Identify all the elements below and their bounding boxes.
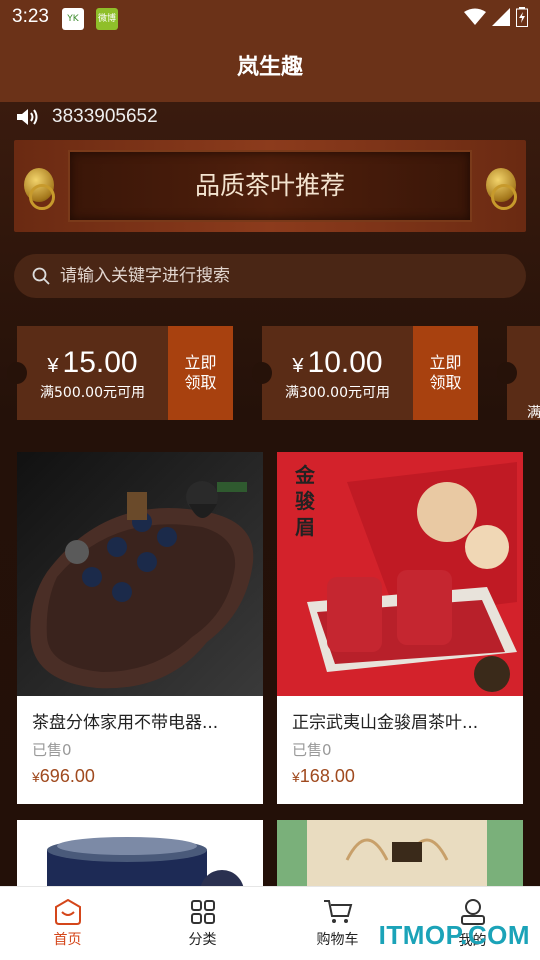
search-icon bbox=[32, 267, 50, 285]
coupon-body: ¥10.00 满300.00元可用 bbox=[252, 326, 413, 420]
status-icons bbox=[464, 7, 528, 27]
coupon-card: 满 bbox=[497, 326, 540, 421]
tab-label: 首页 bbox=[53, 931, 82, 948]
signal-icon bbox=[492, 8, 510, 26]
status-bar: 3:23 YK 微博 bbox=[0, 0, 540, 36]
coupon-value: 10.00 bbox=[307, 346, 383, 379]
tea-can-image bbox=[17, 820, 263, 886]
product-info: 正宗武夷山金骏眉茶叶... 已售0 ¥168.00 bbox=[277, 696, 523, 804]
battery-icon bbox=[516, 7, 528, 27]
status-time: 3:23 bbox=[12, 6, 49, 27]
door-knocker-icon bbox=[486, 168, 517, 210]
search-bar[interactable] bbox=[14, 254, 526, 298]
price-value: 168.00 bbox=[299, 766, 355, 786]
tab-label: 分类 bbox=[188, 931, 217, 948]
tea-tray-image bbox=[17, 452, 263, 696]
banner-text: 品质茶叶推荐 bbox=[194, 171, 345, 200]
notice-text: 3833905652 bbox=[52, 106, 158, 127]
claim-coupon-button[interactable]: 立即领取 bbox=[168, 326, 233, 420]
currency-symbol: ¥ bbox=[292, 355, 304, 377]
claim-coupon-button[interactable]: 立即领取 bbox=[413, 326, 478, 420]
product-name: 正宗武夷山金骏眉茶叶... bbox=[292, 713, 479, 733]
page-title: 岚生趣 bbox=[236, 55, 303, 80]
search-input[interactable] bbox=[60, 266, 480, 286]
price-value: 696.00 bbox=[39, 766, 95, 786]
wifi-icon bbox=[464, 8, 486, 25]
product-image: 金骏眉 bbox=[277, 452, 523, 696]
coupon-card: ¥10.00 满300.00元可用 立即领取 bbox=[252, 326, 478, 420]
currency-symbol: ¥ bbox=[292, 769, 300, 785]
coupon-amount: ¥10.00 bbox=[262, 346, 413, 380]
cart-icon bbox=[323, 899, 352, 923]
coupon-condition: 满 bbox=[527, 405, 540, 421]
notification-app-icon: 微博 bbox=[96, 8, 118, 30]
coupon-list[interactable]: ¥15.00 满500.00元可用 立即领取 ¥10.00 满300.00元可用… bbox=[0, 326, 540, 421]
category-icon bbox=[190, 899, 215, 924]
product-price: ¥696.00 bbox=[32, 766, 248, 787]
tab-home[interactable]: 首页 bbox=[0, 887, 135, 960]
watermark: ITMOP.COM bbox=[378, 920, 530, 950]
notification-app-icon: YK bbox=[62, 8, 84, 30]
coupon-amount bbox=[527, 346, 540, 380]
product-sold-count: 已售0 bbox=[292, 741, 332, 759]
promo-banner[interactable]: 品质茶叶推荐 bbox=[14, 140, 526, 232]
product-name: 茶盘分体家用不带电器... bbox=[32, 713, 219, 733]
product-card[interactable]: 茶盘分体家用不带电器... 已售0 ¥696.00 bbox=[17, 452, 263, 804]
coupon-condition: 满500.00元可用 bbox=[40, 385, 145, 401]
product-card[interactable] bbox=[277, 820, 523, 886]
product-sold-count: 已售0 bbox=[32, 741, 72, 759]
product-info: 茶盘分体家用不带电器... 已售0 ¥696.00 bbox=[17, 696, 263, 804]
coupon-body: ¥15.00 满500.00元可用 bbox=[7, 326, 168, 420]
home-icon bbox=[54, 898, 81, 925]
tea-bag-image bbox=[277, 820, 523, 886]
currency-symbol: ¥ bbox=[32, 769, 40, 785]
coupon-condition: 满300.00元可用 bbox=[285, 385, 390, 401]
coupon-value: 15.00 bbox=[62, 346, 138, 379]
product-price: ¥168.00 bbox=[292, 766, 508, 787]
product-card[interactable] bbox=[17, 820, 263, 886]
speaker-icon bbox=[17, 109, 38, 125]
tab-category[interactable]: 分类 bbox=[135, 887, 270, 960]
tab-label: 购物车 bbox=[316, 931, 359, 948]
currency-symbol: ¥ bbox=[47, 355, 59, 377]
coupon-card: ¥15.00 满500.00元可用 立即领取 bbox=[7, 326, 233, 420]
coupon-amount: ¥15.00 bbox=[17, 346, 168, 380]
notice-bar[interactable]: 3833905652 bbox=[16, 102, 158, 132]
main-content[interactable]: 3833905652 品质茶叶推荐 ¥15.00 满500.00元可用 立即领取… bbox=[0, 102, 540, 886]
product-image bbox=[17, 452, 263, 696]
product-card[interactable]: 金骏眉 正宗武夷山金骏眉茶叶... 已售0 ¥168.00 bbox=[277, 452, 523, 804]
app-header: 岚生趣 bbox=[0, 36, 540, 102]
coupon-body: 满 bbox=[497, 326, 540, 421]
product-box-label: 金骏眉 bbox=[295, 463, 315, 539]
